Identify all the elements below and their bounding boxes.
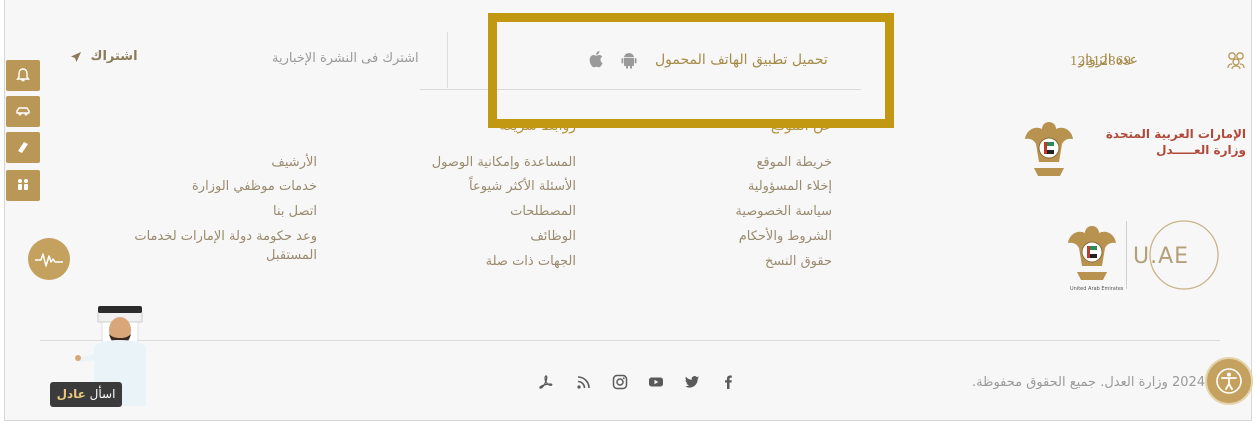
topbar-separator bbox=[447, 32, 448, 88]
ministry-name: وزارة العـــــدل bbox=[1156, 143, 1246, 157]
sign-language-button[interactable] bbox=[28, 238, 70, 280]
twitter-icon[interactable] bbox=[684, 374, 700, 390]
subscribe-button[interactable]: اشتراك bbox=[70, 49, 138, 64]
ask-assistant-badge[interactable]: اسأل عادل bbox=[50, 382, 122, 407]
link-sitemap[interactable]: خريطة الموقع bbox=[756, 155, 832, 170]
side-tab-notifications[interactable] bbox=[6, 60, 40, 91]
family-icon bbox=[18, 179, 28, 190]
link-archive[interactable]: الأرشيف bbox=[271, 155, 317, 170]
link-accessibility[interactable]: المساعدة وإمكانية الوصول bbox=[432, 155, 576, 170]
accessibility-icon bbox=[1216, 368, 1242, 394]
side-tab-traffic[interactable] bbox=[6, 96, 40, 127]
bottom-divider bbox=[40, 340, 1220, 341]
acrobat-icon[interactable] bbox=[538, 374, 554, 390]
car-icon bbox=[16, 107, 30, 116]
ministry-country-name: الإمارات العربية المتحدة bbox=[1105, 127, 1246, 141]
subscribe-label: اشتراك bbox=[90, 49, 138, 64]
link-jobs[interactable]: الوظائف bbox=[530, 229, 576, 244]
link-privacy[interactable]: سياسة الخصوصية bbox=[735, 204, 832, 219]
instagram-icon[interactable] bbox=[612, 374, 628, 390]
send-icon bbox=[71, 51, 81, 62]
uae-logo-text: U.AE bbox=[1133, 244, 1190, 269]
link-glossary[interactable]: المصطلحات bbox=[510, 204, 576, 219]
copyright-text: 2024 وزارة العدل. جميع الحقوق محفوظة. bbox=[972, 375, 1206, 390]
link-government-promise[interactable]: وعد حكومة دولة الإمارات لخدمات bbox=[134, 229, 317, 244]
link-copyright[interactable]: حقوق النسخ bbox=[765, 254, 832, 269]
uae-emblem-icon bbox=[1025, 122, 1073, 176]
side-tab-family[interactable] bbox=[6, 170, 40, 201]
youtube-icon[interactable] bbox=[648, 374, 664, 390]
facebook-icon[interactable] bbox=[720, 374, 736, 390]
link-faq[interactable]: الأسئلة الأكثر شيوعاً bbox=[469, 179, 576, 194]
rss-icon[interactable] bbox=[576, 374, 592, 390]
newsletter-label: اشترك فى النشرة الإخبارية bbox=[272, 51, 419, 66]
ask-prefix: اسأل bbox=[89, 387, 116, 401]
link-disclaimer[interactable]: إخلاء المسؤولية bbox=[748, 179, 832, 194]
link-future[interactable]: المستقبل bbox=[266, 248, 317, 263]
book-icon bbox=[18, 142, 28, 153]
emblem-caption: United Arab Emirates bbox=[1070, 286, 1124, 292]
visitors-count: 12212869 bbox=[1070, 54, 1132, 68]
highlight-box bbox=[488, 13, 894, 128]
sign-language-icon bbox=[35, 253, 63, 267]
bell-icon bbox=[16, 68, 30, 82]
visitors-icon bbox=[1227, 52, 1245, 70]
accessibility-button[interactable] bbox=[1205, 357, 1253, 405]
link-contact-us[interactable]: اتصل بنا bbox=[273, 204, 317, 219]
side-tab-documents[interactable] bbox=[6, 132, 40, 163]
uae-emblem-small-icon bbox=[1068, 226, 1116, 280]
link-terms[interactable]: الشروط والأحكام bbox=[739, 229, 832, 244]
link-employee-services[interactable]: خدمات موظفي الوزارة bbox=[192, 179, 317, 194]
assistant-name: عادل bbox=[56, 387, 86, 401]
link-related-entities[interactable]: الجهات ذات صلة bbox=[486, 254, 576, 269]
uae-logo-divider bbox=[1126, 221, 1127, 289]
